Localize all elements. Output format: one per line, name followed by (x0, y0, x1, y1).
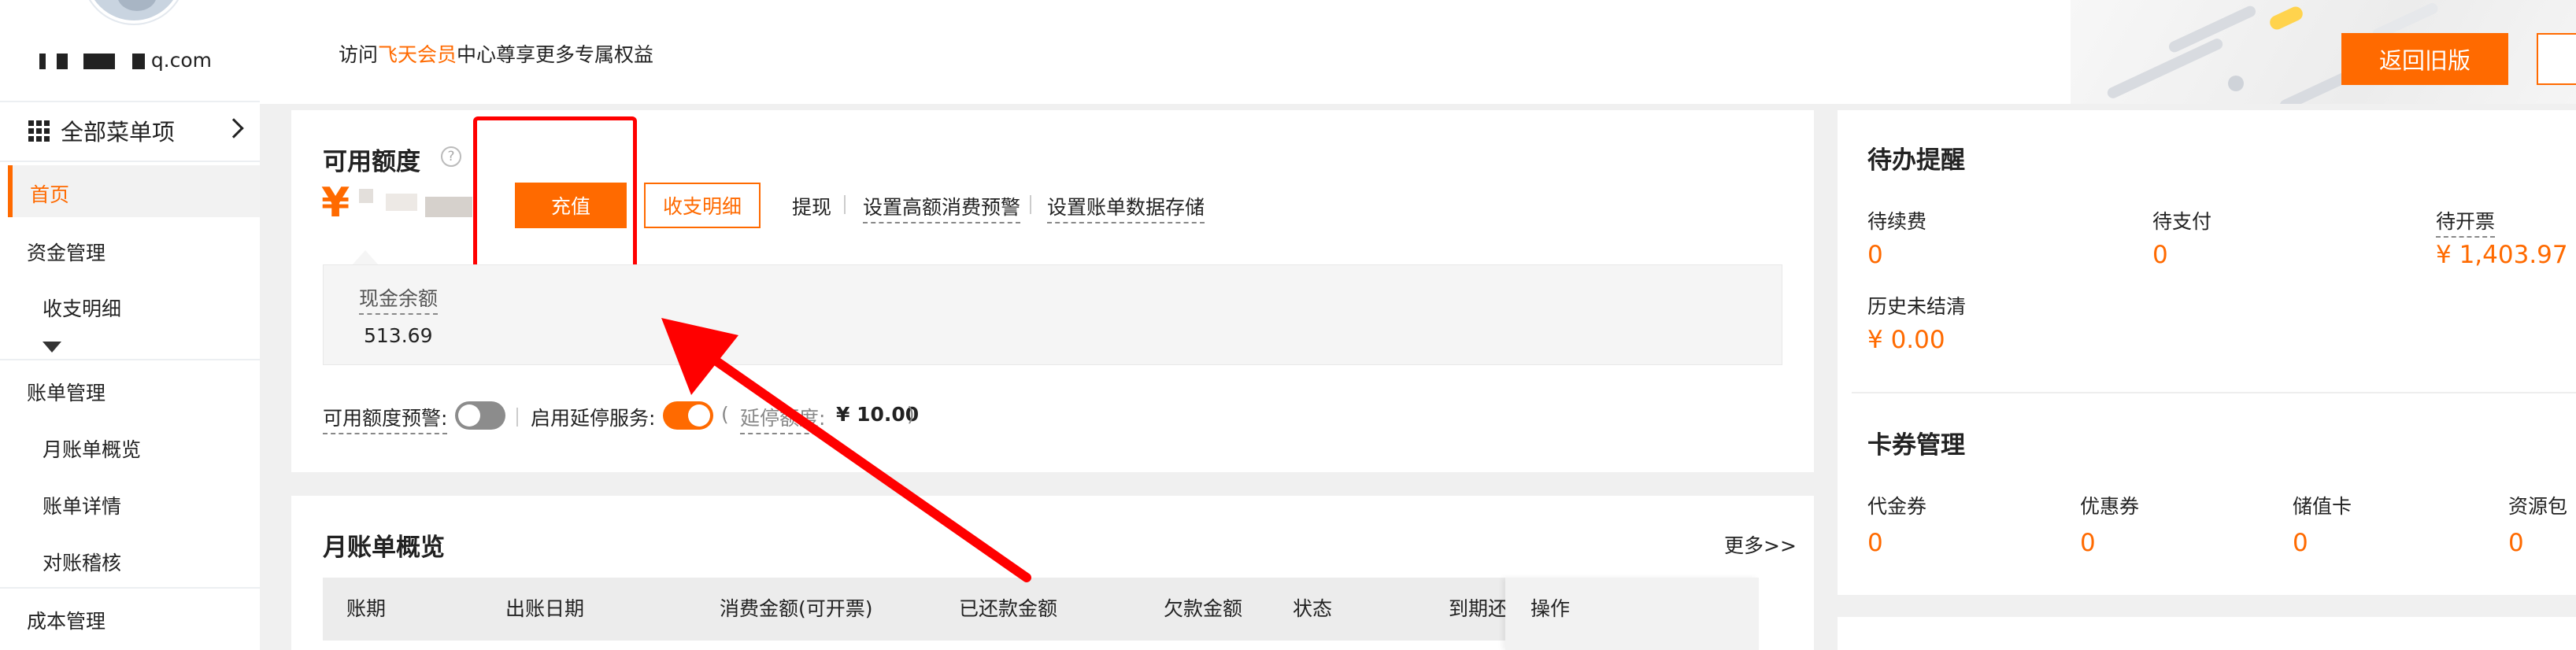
account-suffix: q.com (150, 49, 213, 72)
sidebar-divider (0, 101, 260, 102)
toggle-separator (516, 408, 518, 427)
sidebar-item-reconciliation[interactable]: 对账稽核 (43, 548, 121, 576)
delay-quota-label: 延停额度: (740, 403, 826, 434)
extra-card (1838, 617, 2576, 650)
column-header: 出账日期 (505, 597, 585, 620)
todo-value[interactable]: 0 (2152, 241, 2168, 269)
credit-currency: ¥ (321, 179, 350, 227)
paren-open: ( (721, 403, 729, 426)
monthly-bill-title: 月账单概览 (323, 534, 445, 562)
coupon-label: 资源包 (2508, 495, 2568, 518)
cash-balance-panel (323, 264, 1782, 365)
cash-balance-value: 513.69 (364, 324, 433, 347)
coupon-label: 代金券 (1867, 495, 1927, 518)
column-header: 到期还 (1449, 597, 1508, 620)
cash-balance-label: 现金余额 (359, 283, 439, 315)
member-center-link[interactable]: 飞天会员 (378, 43, 457, 66)
high-spend-alert-link[interactable]: 设置高额消费预警 (863, 192, 1021, 223)
sidebar-divider (0, 161, 260, 162)
notice-suffix: 中心尊享更多专属权益 (457, 43, 654, 66)
todo-label: 待开票 (2436, 206, 2496, 238)
todo-card (1838, 110, 2576, 595)
transaction-detail-button[interactable]: 收支明细 (644, 183, 761, 228)
section-divider (1852, 392, 2576, 393)
coupon-label: 储值卡 (2293, 495, 2352, 518)
link-separator (1030, 195, 1031, 214)
sidebar-item-billing[interactable]: 账单管理 (27, 378, 105, 406)
sidebar-item-home[interactable]: 首页 (8, 165, 260, 217)
column-header: 状态 (1293, 597, 1333, 620)
todo-label: 待续费 (1867, 210, 1927, 233)
coupon-label: 优惠券 (2080, 495, 2140, 518)
todo-title: 待办提醒 (1867, 146, 1965, 175)
coupons-title: 卡券管理 (1867, 431, 1965, 460)
todo-value[interactable]: ¥ 1,403.97 (2436, 241, 2568, 269)
more-link[interactable]: 更多>> (1724, 530, 1797, 559)
sidebar-divider (0, 359, 260, 360)
popover-caret (353, 250, 378, 264)
account-name: q.com (39, 49, 212, 72)
coupon-value[interactable]: 0 (1867, 529, 1883, 557)
sidebar-item-cost[interactable]: 成本管理 (27, 606, 105, 634)
credit-title: 可用额度 (323, 148, 420, 176)
column-header: 消费金额(可开票) (720, 597, 873, 620)
coupon-value[interactable]: 0 (2080, 529, 2096, 557)
column-header: 操作 (1530, 597, 1571, 620)
sidebar-item-monthly-overview[interactable]: 月账单概览 (43, 434, 141, 463)
sidebar-item-transactions[interactable]: 收支明细 (43, 294, 121, 322)
credit-alert-toggle[interactable] (455, 401, 505, 430)
column-header: 账期 (346, 597, 387, 620)
operation-column: 操作 (1505, 578, 1759, 650)
delay-service-toggle[interactable] (663, 401, 713, 430)
avatar[interactable] (83, 0, 185, 24)
coupon-value[interactable]: 0 (2293, 529, 2308, 557)
coupon-value[interactable]: 0 (2508, 529, 2524, 557)
grid-icon (28, 120, 50, 142)
back-to-old-version-button[interactable]: 返回旧版 (2341, 33, 2508, 85)
link-separator (844, 195, 846, 214)
delay-service-label: 启用延停服务: (531, 407, 656, 430)
todo-label: 历史未结清 (1867, 295, 1967, 318)
bill-storage-link[interactable]: 设置账单数据存储 (1047, 192, 1205, 223)
help-icon[interactable]: ? (441, 146, 461, 167)
edge-button[interactable] (2537, 33, 2576, 85)
chevron-right-icon (224, 118, 244, 138)
member-notice: 访问飞天会员中心尊享更多专属权益 (339, 39, 653, 68)
page-root: q.com 全部菜单项 首页 资金管理 收支明细 账单管理 月账单概览 账单详情… (0, 0, 2576, 650)
caret-down-icon[interactable] (43, 342, 61, 353)
sidebar: q.com 全部菜单项 首页 资金管理 收支明细 账单管理 月账单概览 账单详情… (0, 0, 260, 650)
all-menu-label: 全部菜单项 (61, 119, 176, 146)
sidebar-divider (0, 587, 260, 589)
sidebar-item-funds[interactable]: 资金管理 (27, 238, 105, 266)
paren-close: ) (907, 403, 915, 426)
withdraw-link[interactable]: 提现 (792, 192, 831, 220)
notice-prefix: 访问 (339, 43, 379, 66)
sidebar-item-bill-details[interactable]: 账单详情 (43, 491, 121, 519)
all-menu-button[interactable]: 全部菜单项 (28, 113, 244, 148)
column-header: 欠款金额 (1164, 597, 1243, 620)
todo-label: 待支付 (2152, 210, 2212, 233)
credit-alert-label: 可用额度预警: (323, 403, 448, 434)
sidebar-item-label: 首页 (30, 183, 70, 206)
todo-value[interactable]: ¥ 0.00 (1867, 326, 1945, 354)
todo-value[interactable]: 0 (1867, 241, 1883, 269)
highlight-box (473, 116, 637, 269)
column-header: 已还款金额 (959, 597, 1058, 620)
